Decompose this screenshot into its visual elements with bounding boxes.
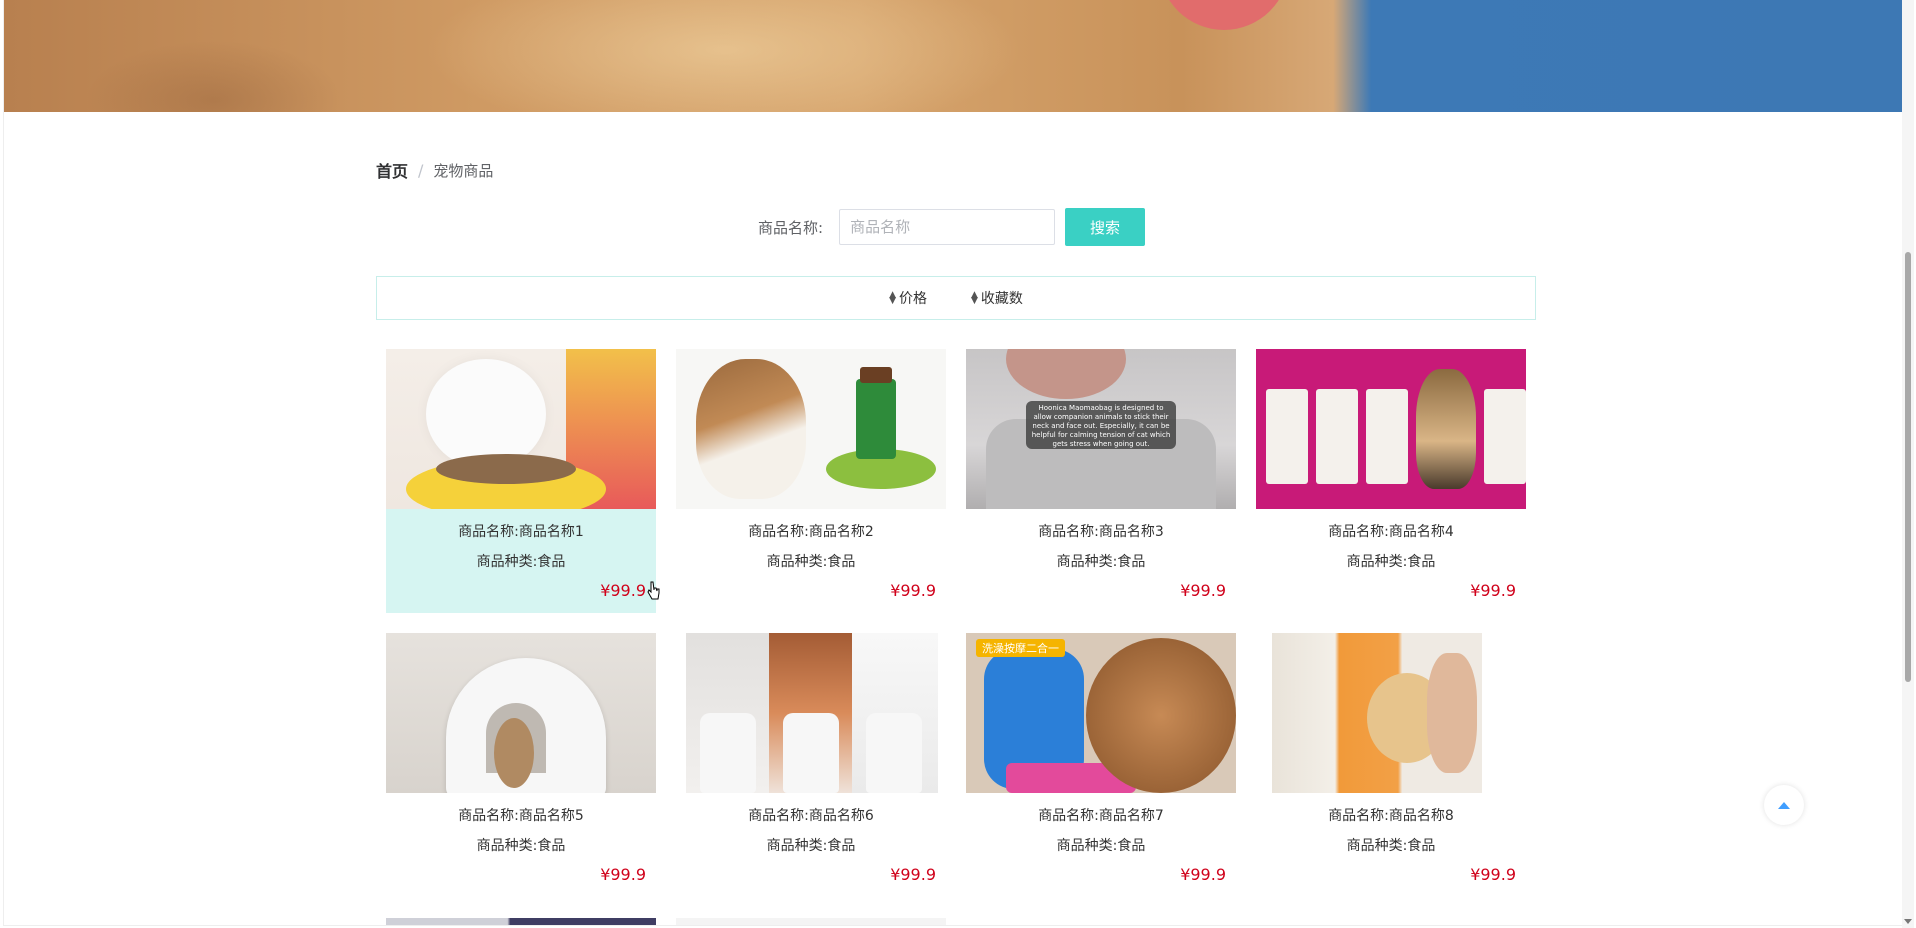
- person-figure: [1427, 653, 1477, 773]
- search-button[interactable]: 搜索: [1065, 208, 1146, 246]
- shampoo-bottle: [866, 713, 922, 793]
- search-form: 商品名称: 搜索: [758, 208, 1146, 246]
- scroll-down-icon[interactable]: [1904, 919, 1912, 924]
- sort-by-favorites[interactable]: ▲ ▼ 收藏数: [971, 288, 1023, 308]
- dog-figure: [426, 359, 546, 469]
- product-price: ¥99.9: [1470, 865, 1516, 884]
- sort-icon: ▲ ▼: [889, 290, 896, 306]
- product-name: 商品名称:商品名称2: [748, 524, 874, 540]
- product-kind: 商品种类:食品: [1056, 554, 1146, 570]
- hand-cursor-icon: [647, 581, 660, 600]
- sort-by-price[interactable]: ▲ ▼ 价格: [889, 288, 927, 308]
- product-card[interactable]: 商品名称:商品名称4 商品种类:食品 ¥99.9: [1256, 349, 1526, 613]
- back-to-top-button[interactable]: [1764, 785, 1804, 825]
- product-name: 商品名称:商品名称7: [1038, 808, 1164, 824]
- product-name: 商品名称:商品名称6: [748, 808, 874, 824]
- product-price: ¥99.9: [890, 581, 936, 600]
- treat-pack: [1316, 389, 1358, 484]
- dog-figure: [1086, 638, 1236, 793]
- shampoo-bottle: [783, 713, 839, 793]
- product-image[interactable]: [686, 633, 938, 793]
- breadcrumb-separator: /: [418, 160, 424, 180]
- sort-bar: ▲ ▼ 价格 ▲ ▼ 收藏数: [376, 276, 1536, 320]
- shampoo-bottle: [700, 713, 756, 793]
- product-price: ¥99.9: [1470, 581, 1516, 600]
- product-price: ¥99.9: [1180, 865, 1226, 884]
- banner-fur: [424, 0, 1024, 112]
- product-image[interactable]: [386, 349, 656, 509]
- cat-figure: [494, 718, 534, 788]
- product-card-partial[interactable]: [386, 918, 656, 925]
- breadcrumb: 首页 / 宠物商品: [376, 158, 493, 182]
- dog-figure: [696, 359, 806, 499]
- product-name: 商品名称:商品名称5: [458, 808, 584, 824]
- scrollbar-thumb[interactable]: [1905, 252, 1911, 682]
- search-input[interactable]: [839, 209, 1056, 245]
- treat-pack: [1484, 389, 1526, 484]
- product-image[interactable]: [386, 633, 656, 793]
- product-price: ¥99.9: [600, 865, 646, 884]
- product-name: 商品名称:商品名称8: [1328, 808, 1454, 824]
- treat-pack: [1366, 389, 1408, 484]
- product-kind: 商品种类:食品: [476, 838, 566, 854]
- search-label: 商品名称:: [758, 218, 824, 237]
- product-image[interactable]: [1256, 349, 1526, 509]
- product-image[interactable]: 洗澡按摩二合一: [966, 633, 1236, 793]
- product-kind: 商品种类:食品: [1056, 838, 1146, 854]
- product-kind: 商品种类:食品: [766, 838, 856, 854]
- banner-dog-tongue: [1159, 0, 1289, 30]
- product-card[interactable]: 商品名称:商品名称6 商品种类:食品 ¥99.9: [676, 633, 946, 897]
- product-card[interactable]: 商品名称:商品名称1 商品种类:食品 ¥99.9: [386, 349, 656, 613]
- product-kind: 商品种类:食品: [1346, 554, 1436, 570]
- breadcrumb-home[interactable]: 首页: [376, 158, 408, 182]
- product-card[interactable]: 商品名称:商品名称8 商品种类:食品 ¥99.9: [1256, 633, 1526, 897]
- product-kind: 商品种类:食品: [766, 554, 856, 570]
- product-card[interactable]: 商品名称:商品名称2 商品种类:食品 ¥99.9: [676, 349, 946, 613]
- banner-paw: [84, 40, 344, 112]
- sort-icon: ▲ ▼: [971, 290, 978, 306]
- food: [436, 454, 576, 484]
- product-card-partial[interactable]: [676, 918, 946, 925]
- arrow-up-icon: [1778, 801, 1790, 809]
- product-kind: 商品种类:食品: [1346, 838, 1436, 854]
- product-image[interactable]: Hoonica Maomaobag is designed to allow c…: [966, 349, 1236, 509]
- bottle: [856, 379, 896, 459]
- sort-label-favorites: 收藏数: [980, 291, 1023, 307]
- dog-figure: [1006, 349, 1126, 399]
- product-image[interactable]: [1272, 633, 1482, 793]
- product-card[interactable]: Hoonica Maomaobag is designed to allow c…: [966, 349, 1236, 613]
- image-tag: 洗澡按摩二合一: [976, 639, 1065, 657]
- scrollbar[interactable]: [1902, 0, 1914, 928]
- page-frame: 首页 / 宠物商品 商品名称: 搜索 ▲▼ 价格 ▲▼ 收藏数 商品名称:商品名…: [3, 0, 1903, 926]
- treat-pack: [1266, 389, 1308, 484]
- product-kind: 商品种类:食品: [476, 554, 566, 570]
- product-card[interactable]: 洗澡按摩二合一 商品名称:商品名称7 商品种类:食品 ¥99.9: [966, 633, 1236, 897]
- dog-figure: [1416, 369, 1476, 489]
- product-image[interactable]: [676, 349, 946, 509]
- sort-label-price: 价格: [899, 291, 927, 307]
- product-name: 商品名称:商品名称1: [458, 524, 584, 540]
- product-price: ¥99.9: [600, 581, 646, 600]
- image-caption: Hoonica Maomaobag is designed to allow c…: [1026, 401, 1176, 449]
- product-card[interactable]: 商品名称:商品名称5 商品种类:食品 ¥99.9: [386, 633, 656, 897]
- product-price: ¥99.9: [1180, 581, 1226, 600]
- product-name: 商品名称:商品名称4: [1328, 524, 1454, 540]
- breadcrumb-current: 宠物商品: [433, 161, 494, 180]
- product-price: ¥99.9: [890, 865, 936, 884]
- banner-image: [4, 0, 1903, 112]
- bottle-cap: [860, 367, 892, 383]
- product-name: 商品名称:商品名称3: [1038, 524, 1164, 540]
